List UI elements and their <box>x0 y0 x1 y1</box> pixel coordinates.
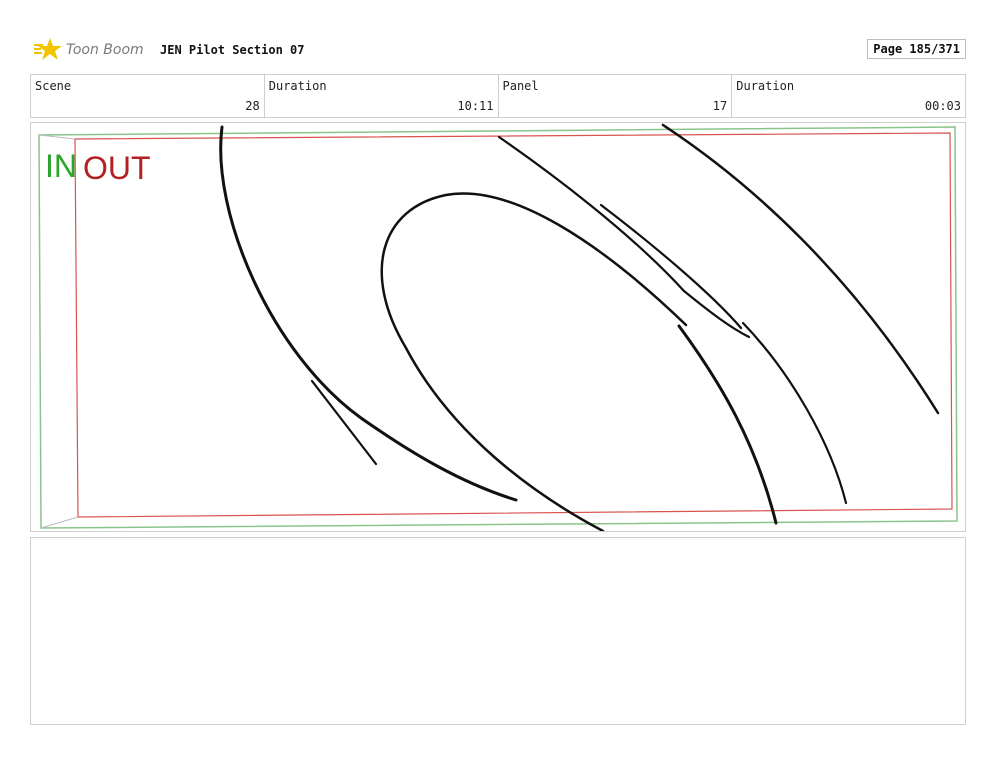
document-title: JEN Pilot Section 07 <box>160 43 305 57</box>
panel-duration-cell: Duration 00:03 <box>732 75 965 117</box>
panel-notes-box <box>30 537 966 725</box>
toon-boom-star-logo-icon <box>34 38 62 60</box>
scene-value: 28 <box>245 99 260 113</box>
panel-cell: Panel 17 <box>499 75 733 117</box>
scene-duration-value: 10:11 <box>457 99 494 113</box>
page-indicator: Page 185/371 <box>867 39 966 59</box>
panel-value: 17 <box>712 99 728 113</box>
scene-duration-label: Duration <box>268 79 327 93</box>
sketch-stroke <box>380 192 688 531</box>
brand-name: Toon Boom <box>66 42 144 58</box>
sketch-stroke <box>677 324 778 525</box>
scene-cell: Scene 28 <box>31 75 265 117</box>
panel-info-table: Scene 28 Duration 10:11 Panel 17 Duratio… <box>30 74 966 118</box>
panel-drawing: IN OUT <box>38 123 958 531</box>
scene-label: Scene <box>35 79 72 93</box>
camera-path-line <box>38 134 76 140</box>
in-frame <box>38 126 958 529</box>
out-label: OUT <box>83 150 151 186</box>
camera-path-line <box>40 516 79 529</box>
page-header: Toon Boom JEN Pilot Section 07 Page 185/… <box>30 36 966 66</box>
in-label: IN <box>45 148 77 184</box>
panel-label: Panel <box>502 79 539 93</box>
panel-duration-label: Duration <box>736 79 795 93</box>
sketch-stroke <box>741 321 848 505</box>
scene-duration-cell: Duration 10:11 <box>265 75 499 117</box>
sketch-stroke <box>219 125 518 502</box>
panel-duration-value: 00:03 <box>924 99 961 113</box>
out-frame <box>74 132 953 518</box>
sketch-stroke <box>661 123 940 415</box>
storyboard-panel: IN OUT <box>30 122 966 532</box>
sketch-stroke <box>497 135 751 339</box>
